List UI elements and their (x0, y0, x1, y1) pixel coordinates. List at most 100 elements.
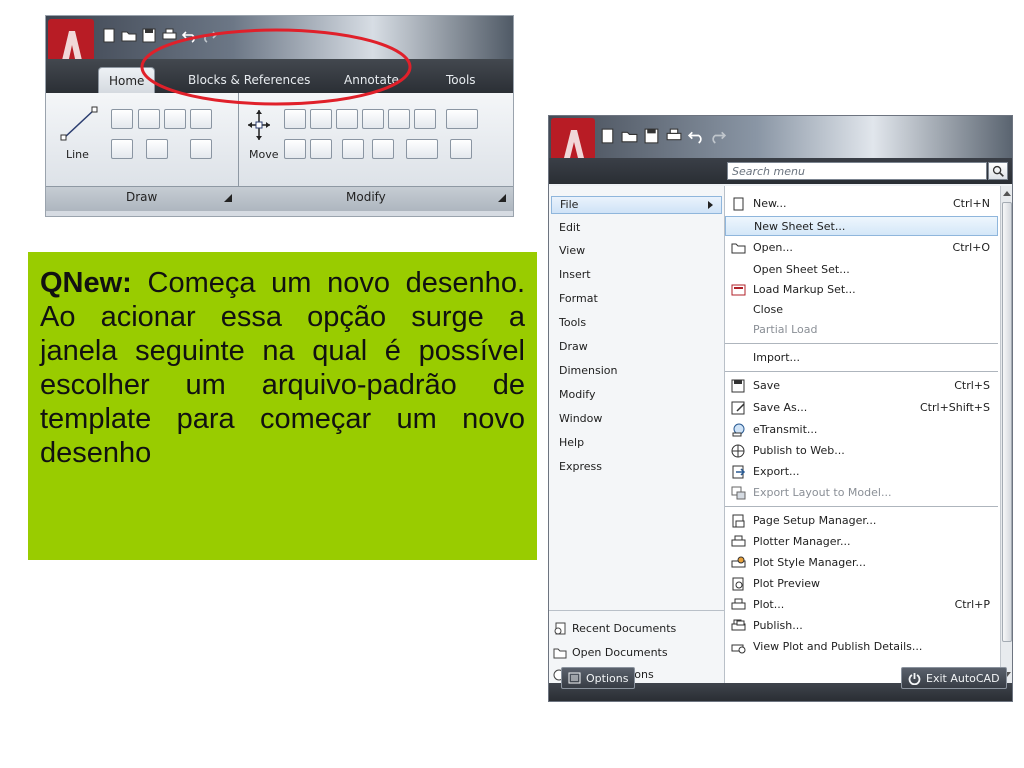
polyline-tool-button[interactable] (111, 109, 133, 129)
menu-category-tools[interactable]: Tools (559, 316, 586, 329)
explanation-box: QNew: Começa um novo desenho. Ao acionar… (28, 252, 537, 560)
break-tool-button[interactable] (342, 139, 364, 159)
open-folder-icon[interactable] (621, 128, 639, 144)
menu-item-view-plot-publish-details[interactable]: View Plot and Publish Details... (725, 637, 998, 657)
stretch-tool-button[interactable] (310, 139, 332, 159)
undo-icon[interactable] (687, 128, 705, 144)
menu-item-publish-to-web[interactable]: Publish to Web... (725, 441, 998, 461)
menu-item-label: Export Layout to Model... (753, 486, 892, 499)
menu-item-publish[interactable]: Publish... (725, 616, 998, 636)
explode-tool-button[interactable] (450, 139, 472, 159)
menu-item-label: Save As... (753, 401, 808, 414)
menu-category-dimension[interactable]: Dimension (559, 364, 617, 377)
menu-category-help[interactable]: Help (559, 436, 584, 449)
menu-item-label: Open... (753, 241, 793, 254)
new-file-icon[interactable] (101, 28, 118, 43)
menu-item-load-markup-set[interactable]: Load Markup Set... (725, 280, 998, 300)
menu-item-open[interactable]: Open... Ctrl+O (725, 238, 998, 258)
mirror-tool-button[interactable] (414, 109, 436, 129)
panel-expand-icon[interactable] (498, 194, 507, 203)
print-icon[interactable] (665, 128, 683, 144)
menu-divider (725, 371, 998, 372)
line-tool-icon[interactable] (58, 104, 100, 144)
menu-item-import[interactable]: Import... (725, 348, 998, 368)
menu-category-window[interactable]: Window (559, 412, 602, 425)
save-as-icon (731, 401, 745, 415)
scroll-up-icon[interactable] (1003, 190, 1011, 196)
search-menu-input[interactable]: Search menu (727, 162, 987, 180)
scrollbar-thumb[interactable] (1002, 202, 1012, 642)
menu-category-file[interactable]: File (551, 196, 722, 214)
open-documents-label: Open Documents (572, 646, 668, 659)
menu-command-list: New... Ctrl+N New Sheet Set... Open... C… (725, 186, 1000, 683)
menu-item-plot-style-manager[interactable]: Plot Style Manager... (725, 553, 998, 573)
recent-documents-button[interactable]: Recent Documents (553, 622, 676, 635)
menu-item-save-as[interactable]: Save As... Ctrl+Shift+S (725, 398, 998, 418)
submenu-arrow-icon (708, 201, 713, 209)
options-icon (568, 672, 581, 684)
redo-icon[interactable] (709, 128, 727, 144)
new-file-icon[interactable] (599, 128, 617, 144)
menu-item-plot[interactable]: Plot... Ctrl+P (725, 595, 998, 615)
menu-category-modify[interactable]: Modify (559, 388, 595, 401)
new-file-icon (733, 197, 744, 211)
chamfer-tool-button[interactable] (406, 139, 438, 159)
options-button[interactable]: Options (561, 667, 636, 689)
menu-item-plotter-manager[interactable]: Plotter Manager... (725, 532, 998, 552)
menu-category-view[interactable]: View (559, 244, 585, 257)
menu-category-format[interactable]: Format (559, 292, 598, 305)
menu-item-etransmit[interactable]: eTransmit... (725, 420, 998, 440)
menu-scrollbar[interactable] (1000, 186, 1012, 683)
menu-divider (549, 610, 724, 611)
menu-item-open-sheet-set[interactable]: Open Sheet Set... (725, 260, 998, 280)
open-documents-icon (553, 648, 567, 659)
menu-category-express[interactable]: Express (559, 460, 602, 473)
menu-category-draw[interactable]: Draw (559, 340, 588, 353)
menu-category-insert[interactable]: Insert (559, 268, 591, 281)
menu-item-shortcut: Ctrl+N (952, 197, 990, 210)
autocad-ribbon-screenshot: Home Blocks & References Annotate Tools … (45, 15, 514, 217)
menu-item-partial-load: Partial Load (725, 320, 998, 340)
plot-style-icon (731, 556, 746, 568)
menu-item-export-layout-to-model: Export Layout to Model... (725, 483, 998, 503)
options-label: Options (586, 671, 629, 685)
menu-item-page-setup-manager[interactable]: Page Setup Manager... (725, 511, 998, 531)
explanation-title: QNew: (40, 267, 132, 299)
menu-item-label: View Plot and Publish Details... (753, 640, 923, 653)
menu-divider (725, 343, 998, 344)
quick-access-toolbar (599, 128, 727, 144)
menu-category-label: File (560, 198, 579, 211)
menu-item-export[interactable]: Export... (725, 462, 998, 482)
move-tool-label: Move (249, 148, 279, 161)
power-icon (908, 672, 921, 685)
menu-category-edit[interactable]: Edit (559, 221, 580, 234)
menu-item-new-sheet-set[interactable]: New Sheet Set... (725, 216, 998, 236)
menu-item-label: Page Setup Manager... (753, 514, 877, 527)
plot-details-icon (731, 644, 746, 654)
layer-tool-button[interactable] (446, 109, 478, 129)
recent-documents-label: Recent Documents (572, 622, 677, 635)
tab-tools[interactable]: Tools (436, 67, 486, 93)
match-properties-button[interactable] (284, 139, 306, 159)
search-icon[interactable] (988, 162, 1008, 180)
menu-item-label: Import... (753, 351, 800, 364)
explanation-text: QNew: Começa um novo desenho. Ao acionar… (40, 266, 525, 470)
hatch-tool-button[interactable] (190, 139, 212, 159)
save-icon (731, 379, 745, 393)
open-documents-button[interactable]: Open Documents (553, 646, 668, 659)
menu-item-new[interactable]: New... Ctrl+N (725, 194, 998, 214)
menu-item-label: Export... (753, 465, 800, 478)
page-setup-icon (732, 514, 745, 528)
save-icon[interactable] (643, 128, 661, 144)
menu-item-plot-preview[interactable]: Plot Preview (725, 574, 998, 594)
menu-item-close[interactable]: Close (725, 300, 998, 320)
panel-expand-icon[interactable] (224, 194, 233, 203)
menu-item-save[interactable]: Save Ctrl+S (725, 376, 998, 396)
circle-tool-button[interactable] (111, 139, 133, 159)
menu-item-label: Plot Preview (753, 577, 821, 590)
exit-autocad-button[interactable]: Exit AutoCAD (901, 667, 1007, 689)
recent-documents-icon (554, 622, 566, 635)
menu-item-label: Save (753, 379, 781, 392)
extend-tool-button[interactable] (372, 139, 394, 159)
ellipse-tool-button[interactable] (146, 139, 168, 159)
